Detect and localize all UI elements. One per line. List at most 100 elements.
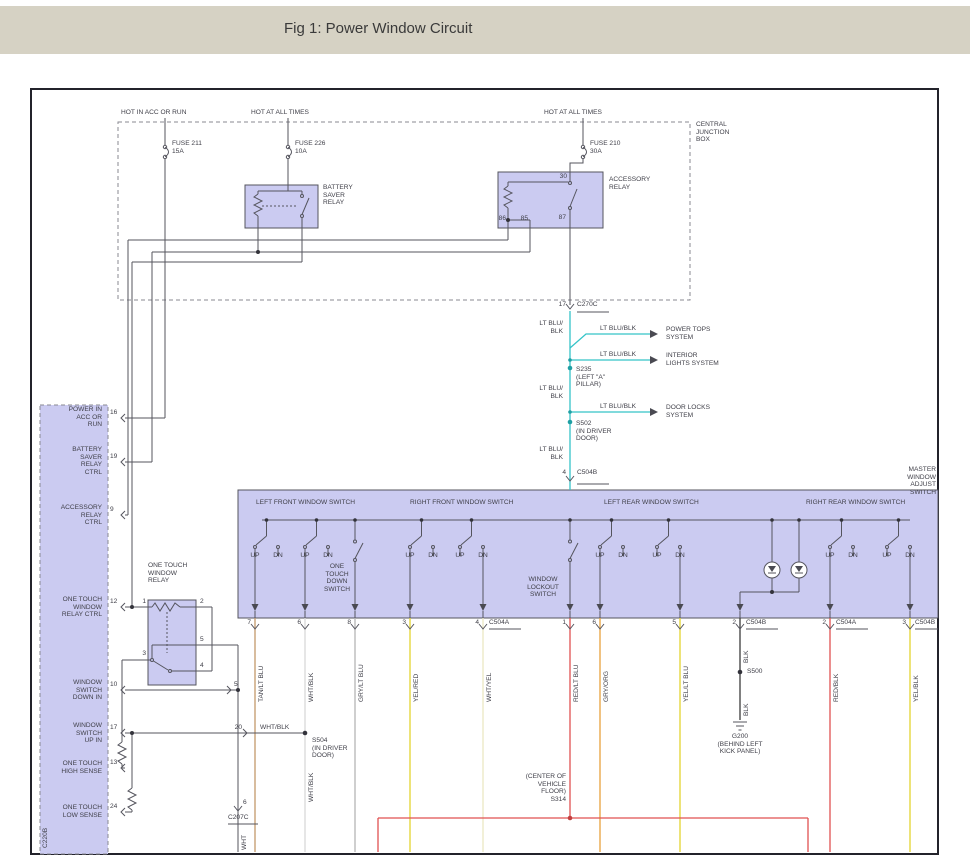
high-sense-resistor-icon xyxy=(118,742,126,764)
module-pin-13-number: 13 xyxy=(110,759,117,767)
wire-label-lt-blu-blk-2: LT BLU/ BLK xyxy=(539,385,563,400)
branch-target-door-locks: DOOR LOCKS SYSTEM xyxy=(666,404,710,419)
connector-c504b-top-label: C504B xyxy=(577,469,597,477)
module-pin-label-switch-down: WINDOW SWITCH DOWN IN xyxy=(73,679,102,702)
dn-label: DN xyxy=(848,552,858,560)
low-sense-resistor-icon xyxy=(128,788,136,810)
module-pin-24-number: 24 xyxy=(110,803,117,811)
pin-6-number: 6 xyxy=(243,799,247,807)
output-pin-2-number: 2 xyxy=(732,619,736,627)
power-tops-branch-wire xyxy=(570,334,650,348)
pin-16-connector-icon xyxy=(121,414,125,422)
relay-pin-30-label: 30 xyxy=(560,173,567,181)
up-label: UP xyxy=(652,552,661,560)
connector-c504b-2-label: C504B xyxy=(915,619,935,627)
pin-24-connector-icon xyxy=(121,808,125,816)
module-pin-12-number: 12 xyxy=(110,598,117,606)
dn-label: DN xyxy=(273,552,283,560)
hot-feed-label-3: HOT AT ALL TIMES xyxy=(544,109,602,117)
branch-wire-label-2: LT BLU/BLK xyxy=(600,351,636,359)
c270c-pin-number: 17 xyxy=(559,301,566,309)
up-label: UP xyxy=(882,552,891,560)
ground-g200-icon xyxy=(733,722,747,730)
section-label-left-rear: LEFT REAR WINDOW SWITCH xyxy=(604,499,699,507)
up-label: UP xyxy=(250,552,259,560)
dn-label: DN xyxy=(905,552,915,560)
wire-label-wht-blk-h: WHT/BLK xyxy=(260,724,289,732)
module-pin-label-low-sense: ONE TOUCH LOW SENSE xyxy=(63,804,102,819)
one-touch-window-relay-label: ONE TOUCH WINDOW RELAY xyxy=(148,562,187,585)
central-junction-box-label: CENTRAL JUNCTION BOX xyxy=(696,121,729,144)
dn-label: DN xyxy=(478,552,488,560)
branch-target-power-tops: POWER TOPS SYSTEM xyxy=(666,326,710,341)
module-pin-16-number: 16 xyxy=(110,409,117,417)
one-touch-down-switch-label: ONE TOUCH DOWN SWITCH xyxy=(324,563,350,594)
window-lockout-switch-label: WINDOW LOCKOUT SWITCH xyxy=(527,576,559,599)
connector-c207c-label: C207C xyxy=(228,814,249,822)
wire-label-tan-lt-blu: TAN/LT BLU xyxy=(258,666,265,702)
relay-pin-5-label: 5 xyxy=(200,636,204,644)
section-label-right-rear: RIGHT REAR WINDOW SWITCH xyxy=(806,499,905,507)
splice-s314-dot xyxy=(568,816,573,821)
fuse-211-label: FUSE 211 15A xyxy=(172,140,202,155)
branch-wire-label-3: LT BLU/BLK xyxy=(600,403,636,411)
output-pin-8-number: 8 xyxy=(347,619,351,627)
module-pin-10-number: 10 xyxy=(110,681,117,689)
module-pin-label-one-touch-relay: ONE TOUCH WINDOW RELAY CTRL xyxy=(62,596,102,619)
module-pin-label-high-sense: ONE TOUCH HIGH SENSE xyxy=(61,760,102,775)
relay-pin-86-label: 86 xyxy=(499,215,506,223)
component-boxes xyxy=(40,122,938,854)
power-tops-arrow-icon xyxy=(650,330,658,338)
up-label: UP xyxy=(455,552,464,560)
connector-c504a-label: C504A xyxy=(489,619,509,627)
wiring-diagram-canvas xyxy=(0,0,970,862)
wire-label-wht-blk: WHT/BLK xyxy=(308,673,315,702)
door-locks-arrow-icon xyxy=(650,408,658,416)
wire-label-wht-blk-v: WHT/BLK xyxy=(308,773,315,802)
wire-label-wht-yel: WHT/YEL xyxy=(486,673,493,702)
wire-label-gry-lt-blu: GRY/LT BLU xyxy=(358,664,365,702)
branch-target-interior-lights: INTERIOR LIGHTS SYSTEM xyxy=(666,352,719,367)
fuse-210-label: FUSE 210 30A xyxy=(590,140,620,155)
module-pin-17-number: 17 xyxy=(110,724,117,732)
splice-s235-dot xyxy=(568,366,573,371)
splice-s504-dot xyxy=(303,731,308,736)
page: { "header": { "title": "Fig 1: Power Win… xyxy=(0,0,970,862)
output-pin-5-number: 5 xyxy=(672,619,676,627)
c504b-pin-number: 4 xyxy=(562,469,566,477)
one-touch-window-relay-box xyxy=(148,600,196,685)
dn-label: DN xyxy=(675,552,685,560)
up-label: UP xyxy=(825,552,834,560)
module-pin-19-number: 19 xyxy=(110,453,117,461)
wire-label-blk: BLK xyxy=(743,651,750,663)
module-pin-9-number: 9 xyxy=(110,506,114,514)
ground-g200-label: G200 (BEHIND LEFT KICK PANEL) xyxy=(717,733,762,756)
wire-label-lt-blu-blk-3: LT BLU/ BLK xyxy=(539,446,563,461)
pin-12-connector-icon xyxy=(121,603,125,611)
relay-pin-3-label: 3 xyxy=(142,650,146,658)
wire-label-red-blk: RED/BLK xyxy=(833,674,840,702)
battery-saver-relay-label: BATTERY SAVER RELAY xyxy=(323,184,353,207)
fuse-226-label: FUSE 226 10A xyxy=(295,140,325,155)
accessory-relay-label: ACCESSORY RELAY xyxy=(609,176,650,191)
master-switch-title: MASTER WINDOW ADJUST SWITCH xyxy=(902,466,936,497)
module-pin-label-power-in: POWER IN ACC OR RUN xyxy=(69,406,102,429)
output-pin-4-number: 4 xyxy=(475,619,479,627)
output-pin-1-number: 1 xyxy=(562,619,566,627)
pin-9-connector-icon xyxy=(121,511,125,519)
relay-pin-1-label: 1 xyxy=(142,598,146,606)
connector-c504b-label: C504B xyxy=(746,619,766,627)
connector-c220b-label: C220B xyxy=(42,828,49,848)
dn-label: DN xyxy=(618,552,628,560)
section-label-right-front: RIGHT FRONT WINDOW SWITCH xyxy=(410,499,513,507)
dn-label: DN xyxy=(323,552,333,560)
connector-c270c-label: C270C xyxy=(577,301,598,309)
wire-label-yel-blk: YEL/BLK xyxy=(913,675,920,702)
pin-5-number: 5 xyxy=(234,681,238,689)
branch-wire-label-1: LT BLU/BLK xyxy=(600,325,636,333)
splice-s502-dot xyxy=(568,420,573,425)
output-pin-3b-number: 3 xyxy=(902,619,906,627)
wire-label-yel-red: YEL/RED xyxy=(413,674,420,702)
output-pin-6b-number: 6 xyxy=(592,619,596,627)
pin-20-number: 20 xyxy=(235,724,242,732)
